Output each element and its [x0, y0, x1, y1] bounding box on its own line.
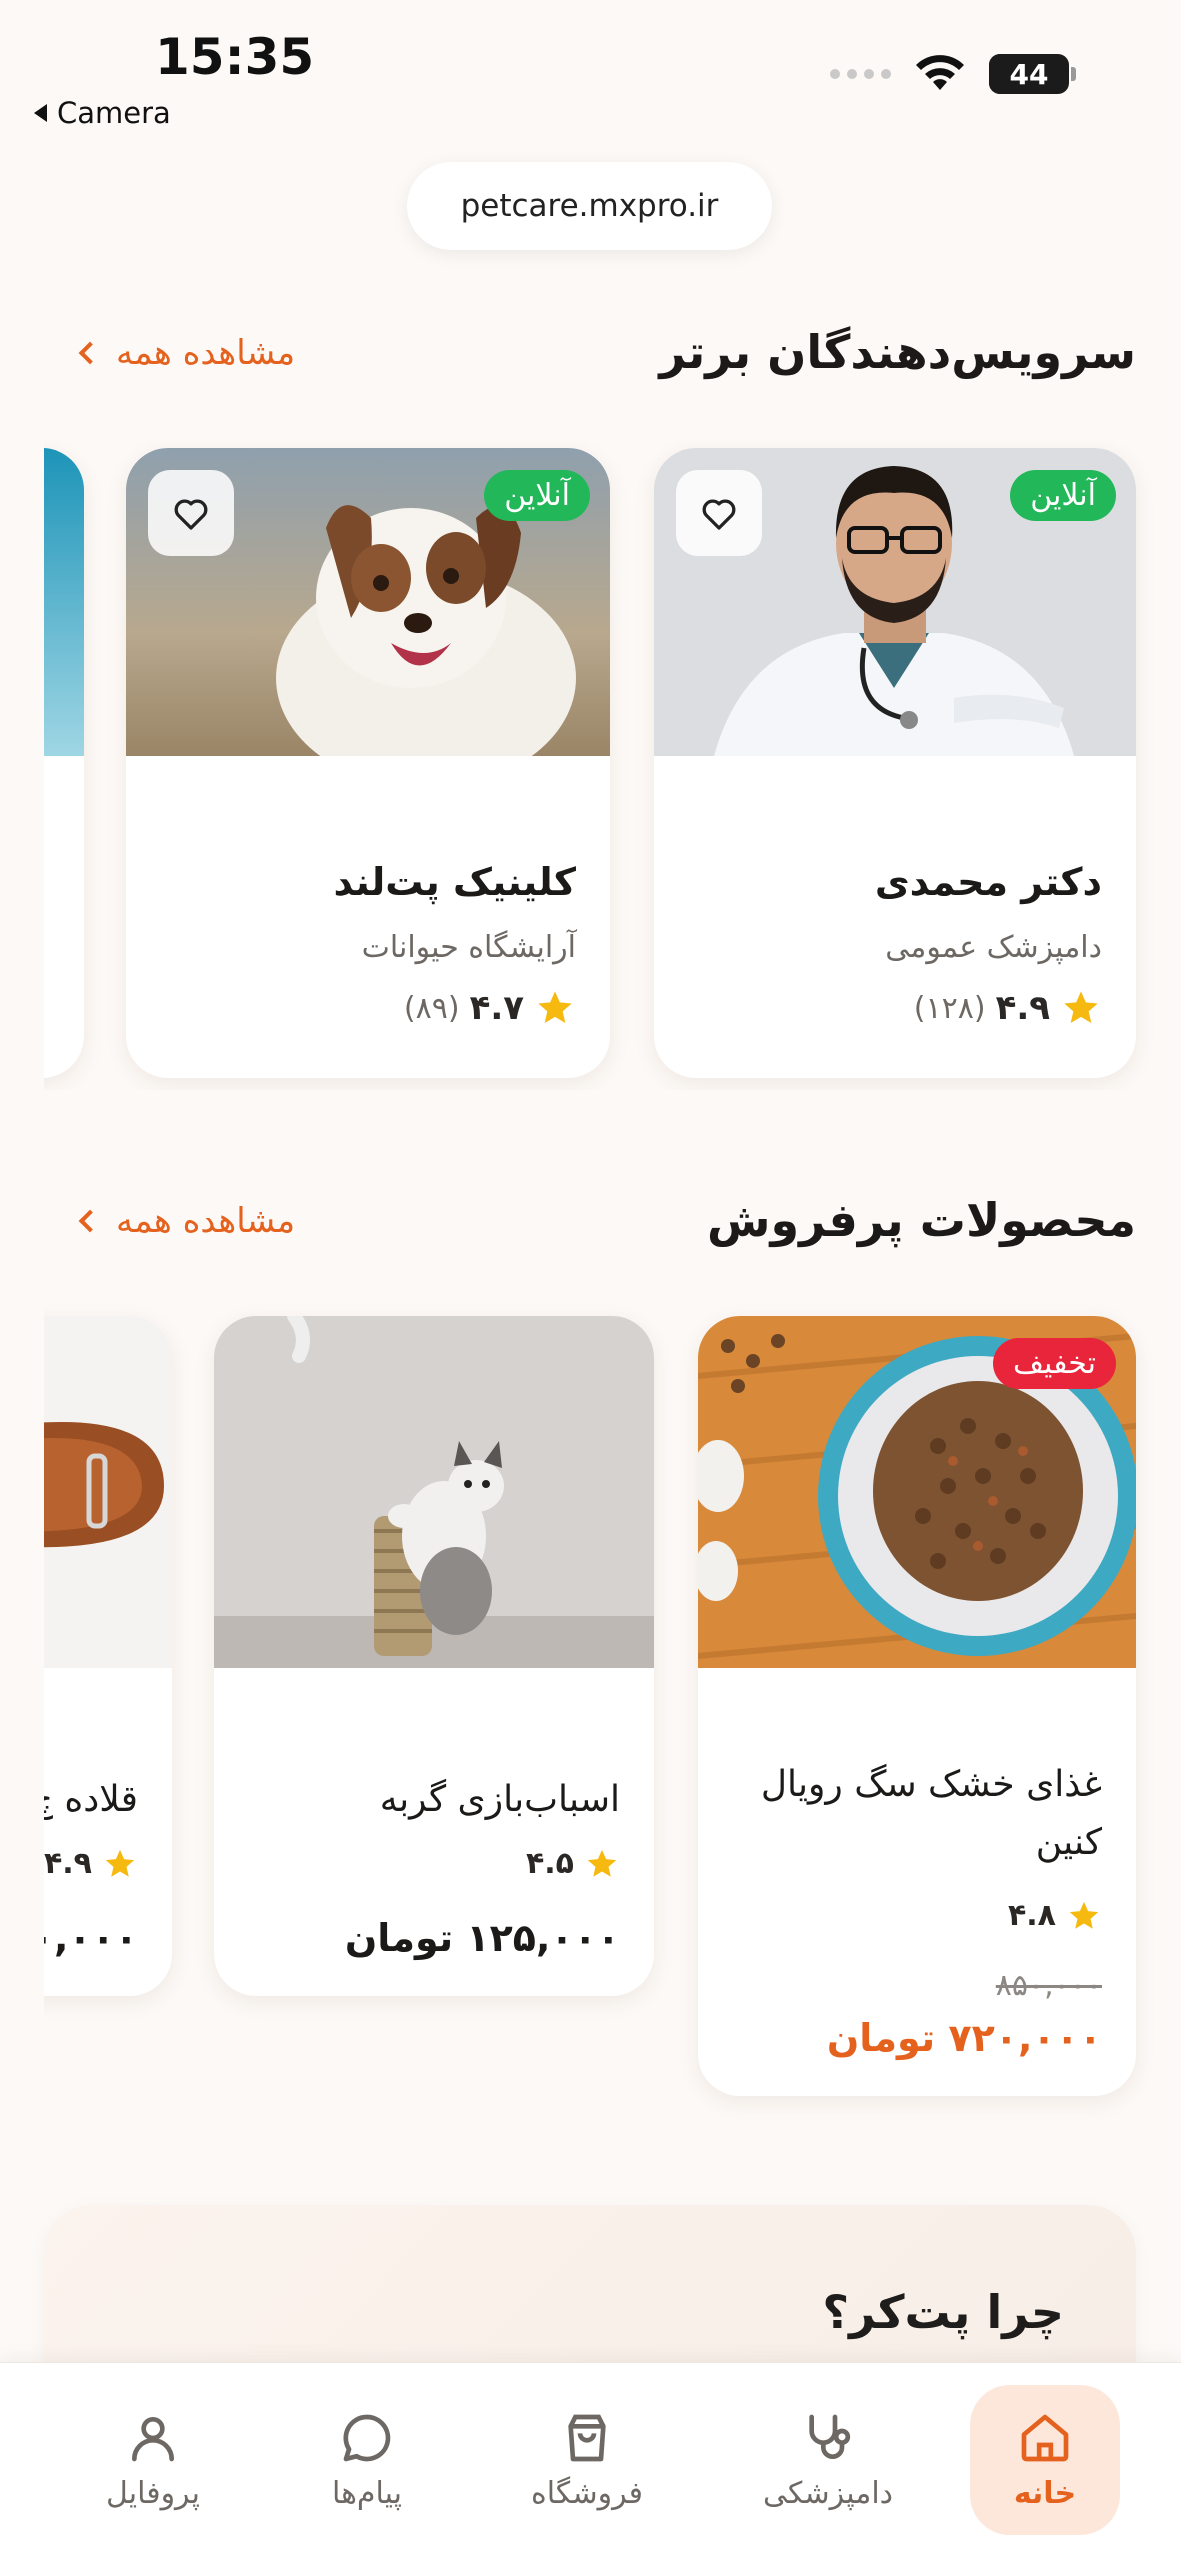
product-photo [44, 1316, 172, 1668]
top-providers-header: سرویس‌دهندگان برتر مشاهده همه [0, 325, 1181, 395]
nav-messages[interactable]: پیام‌ها [292, 2385, 442, 2535]
product-old-price: ۸۵۰,۰۰۰ [995, 1968, 1102, 2003]
product-rating: ۴.۸ [1008, 1898, 1102, 1933]
online-badge: آنلاین [1010, 470, 1116, 521]
star-icon [1069, 1901, 1099, 1929]
shopping-bag-icon [568, 2414, 606, 2461]
favorite-button[interactable] [676, 470, 762, 556]
online-badge: آنلاین [484, 470, 590, 521]
heart-icon [174, 499, 208, 530]
stethoscope-icon [809, 2414, 851, 2459]
product-price: ۰,۰۰۰ [44, 1916, 138, 1960]
section-title: محصولات پرفروش [707, 1193, 1136, 1247]
provider-name: کلینیک پت‌لند [333, 860, 576, 904]
back-label: Camera [57, 96, 171, 130]
best-sellers-header: محصولات پرفروش مشاهده همه [0, 1193, 1181, 1263]
back-to-camera[interactable]: Camera [34, 96, 171, 130]
star-icon [105, 1849, 135, 1877]
nav-profile[interactable]: پروفایل [78, 2385, 228, 2535]
wifi-icon [916, 55, 964, 90]
message-icon [343, 2414, 391, 2461]
status-indicators: 44 [830, 54, 1076, 94]
back-triangle-icon [34, 104, 47, 122]
product-name: غذای خشک سگ رویال کنین [760, 1764, 1102, 1863]
chevron-left-icon [78, 341, 102, 365]
product-card[interactable]: تخفیف غذای خشک سگ رویال کنین ۴.۸ ۸۵۰,۰۰۰… [698, 1316, 1136, 2096]
discount-badge: تخفیف [993, 1338, 1116, 1389]
provider-name: دکتر محمدی [874, 860, 1102, 904]
product-sale-price: ۷۲۰,۰۰۰ تومان [826, 2016, 1102, 2060]
provider-photo [44, 448, 84, 756]
product-name: قلاده چ [44, 1779, 138, 1820]
star-icon [587, 1849, 617, 1877]
nav-home[interactable]: خانه [970, 2385, 1120, 2535]
home-icon [1021, 2414, 1069, 2461]
product-rating: ۴.۵ [526, 1846, 620, 1881]
star-icon [538, 991, 572, 1023]
chevron-left-icon [78, 1209, 102, 1233]
product-card-partial[interactable]: قلاده چ ۴.۹ ۰,۰۰۰ [44, 1316, 172, 1996]
providers-carousel[interactable]: آنلاین کلینیک پت‌لند آرایشگاه حیوانات ۴.… [44, 440, 1181, 1090]
product-card[interactable]: اسباب‌بازی گربه ۴.۵ ۱۲۵,۰۰۰ تومان [214, 1316, 654, 1996]
heart-icon [702, 499, 736, 530]
see-all-providers-link[interactable]: مشاهده همه [78, 333, 295, 373]
why-title: چرا پت‌کر؟ [822, 2285, 1064, 2339]
product-name: اسباب‌بازی گربه [379, 1779, 620, 1820]
product-price: ۱۲۵,۰۰۰ تومان [344, 1916, 620, 1960]
rating-value: ۴.۷ [469, 988, 524, 1028]
product-photo [214, 1316, 654, 1668]
review-count: (۸۹) [403, 990, 460, 1026]
signal-icon [830, 69, 891, 79]
bottom-nav: خانه دامپزشکی فروشگاه پیام‌ها پروفایل [0, 2362, 1181, 2560]
status-time: 15:35 [155, 28, 315, 86]
provider-card[interactable]: آنلاین دکتر محمدی دامپزشک عمومی ۴.۹ (۱۲۸… [654, 448, 1136, 1078]
nav-vet[interactable]: دامپزشکی [753, 2385, 903, 2535]
section-title: سرویس‌دهندگان برتر [659, 325, 1136, 379]
nav-shop[interactable]: فروشگاه [512, 2385, 662, 2535]
provider-rating: ۴.۷ (۸۹) [404, 988, 576, 1028]
favorite-button[interactable] [148, 470, 234, 556]
see-all-products-link[interactable]: مشاهده همه [78, 1201, 295, 1241]
provider-card-partial[interactable] [44, 448, 84, 1078]
battery-icon: 44 [989, 54, 1069, 94]
provider-subtitle: دامپزشک عمومی [885, 930, 1102, 965]
provider-rating: ۴.۹ (۱۲۸) [914, 988, 1102, 1028]
provider-card[interactable]: آنلاین کلینیک پت‌لند آرایشگاه حیوانات ۴.… [126, 448, 610, 1078]
rating-value: ۴.۹ [995, 988, 1050, 1028]
product-rating: ۴.۹ [44, 1846, 138, 1881]
review-count: (۱۲۸) [913, 990, 986, 1026]
url-bar[interactable]: petcare.mxpro.ir [407, 162, 772, 250]
products-carousel[interactable]: قلاده چ ۴.۹ ۰,۰۰۰ [44, 1300, 1181, 2120]
provider-subtitle: آرایشگاه حیوانات [361, 930, 576, 965]
user-icon [132, 2416, 175, 2461]
star-icon [1064, 991, 1098, 1023]
